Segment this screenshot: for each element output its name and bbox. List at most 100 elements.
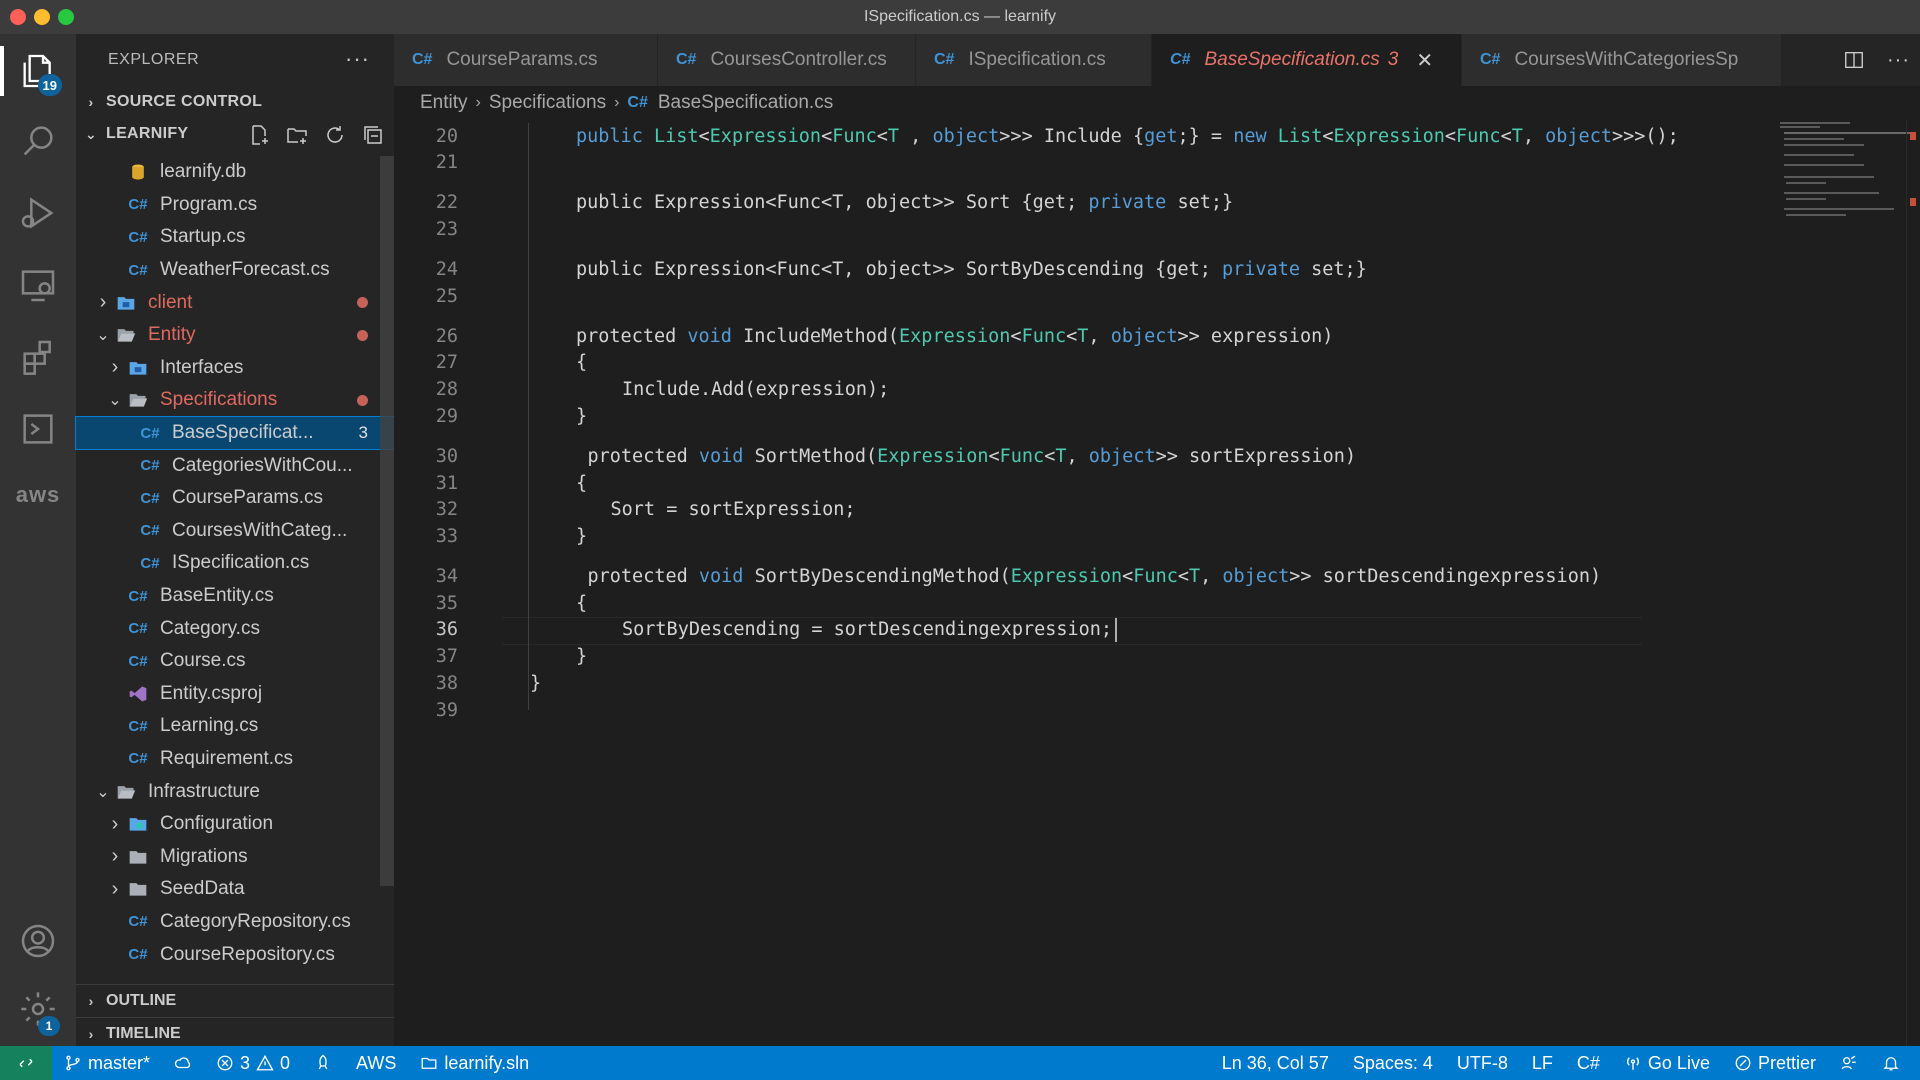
tree-item[interactable]: › Configuration: [76, 808, 394, 841]
new-file-button[interactable]: [246, 122, 272, 148]
editor-tab[interactable]: C# CoursesWithCategoriesSp: [1462, 34, 1782, 86]
indentation-status[interactable]: Spaces: 4: [1341, 1053, 1445, 1074]
prettier-status[interactable]: Prettier: [1722, 1053, 1828, 1074]
close-window-button[interactable]: [10, 9, 26, 25]
maximize-window-button[interactable]: [58, 9, 74, 25]
code-editor[interactable]: 20 public List<Expression<Func<T , object…: [394, 120, 1920, 1046]
run-debug-activity-button[interactable]: [0, 182, 76, 244]
breadcrumb-file[interactable]: BaseSpecification.cs: [658, 92, 833, 114]
encoding-status[interactable]: UTF-8: [1445, 1053, 1520, 1074]
tree-item[interactable]: C# Program.cs: [76, 189, 394, 222]
csharp-icon: C#: [128, 913, 148, 931]
code-line[interactable]: 30 protected void SortMethod(Expression<F…: [394, 443, 1744, 469]
code-line[interactable]: 21: [394, 150, 1744, 176]
problems-status[interactable]: 3 0: [204, 1053, 302, 1074]
go-live-button[interactable]: Go Live: [1612, 1053, 1722, 1074]
code-line[interactable]: 33}: [394, 524, 1744, 550]
code-line[interactable]: 34 protected void SortByDescendingMethod(…: [394, 564, 1744, 590]
code-line[interactable]: 20 public List<Expression<Func<T , object…: [394, 123, 1744, 149]
sync-status[interactable]: [162, 1054, 204, 1072]
tree-item[interactable]: ⌄ Infrastructure: [76, 775, 394, 808]
sidebar-scrollbar[interactable]: [380, 156, 394, 886]
tree-item[interactable]: Entity.csproj: [76, 678, 394, 711]
tree-item[interactable]: C# CourseRepository.cs: [76, 938, 394, 971]
manage-activity-button[interactable]: 1: [0, 978, 76, 1040]
code-line[interactable]: 38}: [394, 670, 1744, 696]
solution-status[interactable]: learnify.sln: [408, 1053, 541, 1074]
minimap[interactable]: [1750, 120, 1920, 240]
collapse-all-button[interactable]: [360, 122, 386, 148]
remote-explorer-activity-button[interactable]: [0, 254, 76, 316]
tree-item[interactable]: C# Course.cs: [76, 645, 394, 678]
split-editor-icon[interactable]: [1843, 49, 1865, 71]
editor-tab[interactable]: C# ISpecification.cs: [916, 34, 1152, 86]
source-control-section[interactable]: › SOURCE CONTROL: [76, 86, 394, 118]
tree-item[interactable]: C# Learning.cs: [76, 710, 394, 743]
aws-activity-button[interactable]: aws: [0, 464, 76, 526]
code-line[interactable]: 27 {: [394, 350, 1744, 376]
tree-item[interactable]: C# CategoriesWithCou...: [76, 449, 394, 482]
tree-item[interactable]: C# Requirement.cs: [76, 743, 394, 776]
code-line[interactable]: 23: [394, 216, 1744, 242]
explorer-more-button[interactable]: ···: [345, 46, 370, 72]
tree-item[interactable]: C# WeatherForecast.cs: [76, 254, 394, 287]
git-branch-icon: [66, 1055, 80, 1071]
feedback-button[interactable]: [1828, 1054, 1870, 1072]
tree-item-label: Infrastructure: [148, 780, 260, 802]
editor-scrollbar[interactable]: [1906, 120, 1920, 1046]
tree-item[interactable]: › client: [76, 286, 394, 319]
accounts-activity-button[interactable]: [0, 910, 76, 972]
cursor-position-status[interactable]: Ln 36, Col 57: [1210, 1053, 1341, 1074]
more-actions-button[interactable]: ···: [1887, 49, 1910, 72]
branch-status[interactable]: master*: [52, 1053, 162, 1074]
remote-indicator-button[interactable]: [0, 1046, 52, 1080]
refresh-button[interactable]: [322, 122, 348, 148]
tree-item[interactable]: learnify.db: [76, 156, 394, 189]
close-tab-icon[interactable]: ✕: [1416, 48, 1433, 73]
code-line[interactable]: 37}: [394, 644, 1744, 670]
tree-item[interactable]: C# CourseParams.cs: [76, 482, 394, 515]
code-line[interactable]: 32 Sort = sortExpression;: [394, 497, 1744, 523]
editor-tab[interactable]: C# CoursesController.cs: [658, 34, 916, 86]
deploy-status[interactable]: [302, 1054, 344, 1072]
breadcrumb-entity[interactable]: Entity: [420, 92, 468, 114]
outline-section[interactable]: › OUTLINE: [76, 984, 394, 1017]
aws-status[interactable]: AWS: [344, 1053, 408, 1074]
tree-item[interactable]: C# ISpecification.cs: [76, 547, 394, 580]
code-line[interactable]: 35 {: [394, 590, 1744, 616]
tree-item[interactable]: C# Startup.cs: [76, 221, 394, 254]
terminal-activity-button[interactable]: [0, 398, 76, 460]
minimize-window-button[interactable]: [34, 9, 50, 25]
tree-item[interactable]: C# CoursesWithCateg...: [76, 515, 394, 548]
tree-item[interactable]: ⌄ Entity: [76, 319, 394, 352]
language-status[interactable]: C#: [1565, 1053, 1612, 1074]
tree-item[interactable]: C# Category.cs: [76, 612, 394, 645]
tree-item[interactable]: C# CategoryRepository.cs: [76, 906, 394, 939]
explorer-activity-button[interactable]: 19: [0, 40, 76, 102]
extensions-activity-button[interactable]: [0, 326, 76, 388]
tree-item[interactable]: › Interfaces: [76, 352, 394, 385]
tree-item[interactable]: › SeedData: [76, 873, 394, 906]
code-line[interactable]: 22 public Expression<Func<T, object>> Sor…: [394, 190, 1744, 216]
tree-item[interactable]: › Migrations: [76, 840, 394, 873]
search-activity-button[interactable]: [0, 110, 76, 172]
editor-tab[interactable]: C# CourseParams.cs: [394, 34, 658, 86]
code-line[interactable]: 24 public Expression<Func<T, object>> Sor…: [394, 257, 1744, 283]
code-line[interactable]: 31 {: [394, 470, 1744, 496]
code-line[interactable]: 25: [394, 283, 1744, 309]
code-line[interactable]: 26 protected void IncludeMethod(Expressio…: [394, 323, 1744, 349]
new-folder-button[interactable]: [284, 122, 310, 148]
code-line[interactable]: 39: [394, 697, 1744, 723]
eol-status[interactable]: LF: [1520, 1053, 1565, 1074]
notifications-button[interactable]: [1870, 1054, 1920, 1072]
tree-item[interactable]: C# BaseEntity.cs: [76, 580, 394, 613]
code-line[interactable]: 29}: [394, 403, 1744, 429]
project-section[interactable]: ⌄ LEARNIFY: [76, 118, 394, 150]
code-line[interactable]: 36 SortByDescending = sortDescendingexpre…: [394, 616, 1744, 645]
breadcrumb-specifications[interactable]: Specifications: [489, 92, 606, 114]
tree-item[interactable]: C# BaseSpecificat... 3: [75, 415, 395, 451]
tree-item[interactable]: ⌄ Specifications: [76, 384, 394, 417]
code-line[interactable]: 28 Include.Add(expression);: [394, 377, 1744, 403]
editor-tab[interactable]: C# BaseSpecification.cs 3 ✕: [1152, 34, 1462, 86]
line-number: 22: [435, 192, 458, 214]
